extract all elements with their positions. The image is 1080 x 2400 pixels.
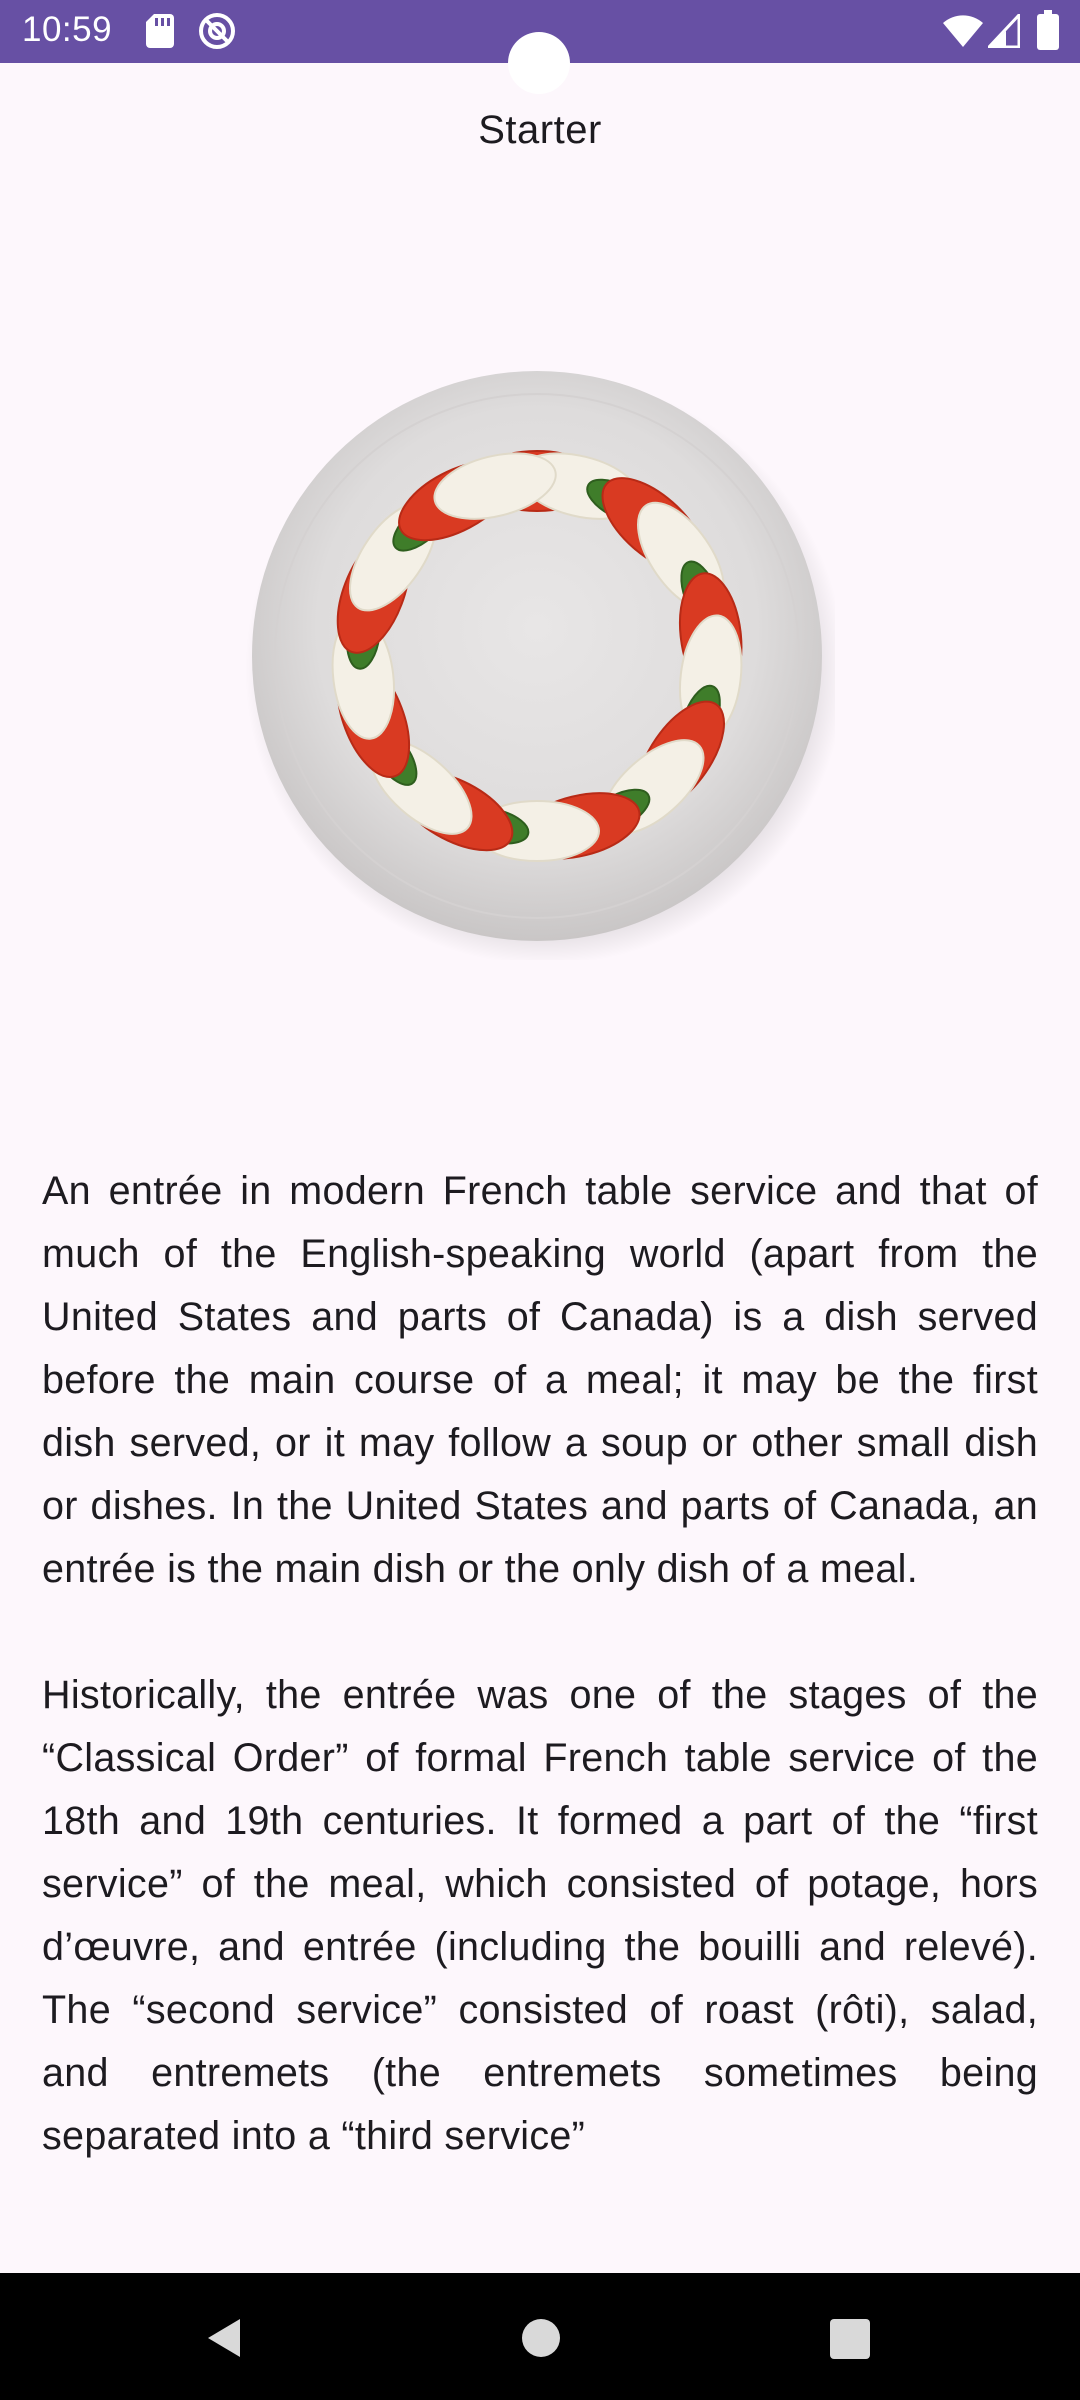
navigation-bar: [0, 2273, 1080, 2400]
back-button[interactable]: [200, 2313, 250, 2363]
sd-card-icon: [146, 14, 174, 48]
dish-image: [245, 371, 835, 960]
cellular-signal-icon: [988, 14, 1020, 48]
article-paragraph: An entrée in modern French table service…: [42, 1169, 1038, 1591]
status-time: 10:59: [22, 10, 113, 49]
wifi-icon: [943, 15, 983, 47]
home-button[interactable]: [522, 2319, 560, 2357]
article-body: An entrée in modern French table service…: [42, 1160, 1038, 2231]
camera-cutout: [508, 32, 570, 94]
battery-icon: [1037, 10, 1059, 50]
article-paragraph: Historically, the entrée was one of the …: [42, 1673, 1038, 2158]
page-title: Starter: [478, 108, 602, 152]
do-not-disturb-icon: [199, 13, 235, 49]
recents-button[interactable]: [830, 2319, 870, 2359]
